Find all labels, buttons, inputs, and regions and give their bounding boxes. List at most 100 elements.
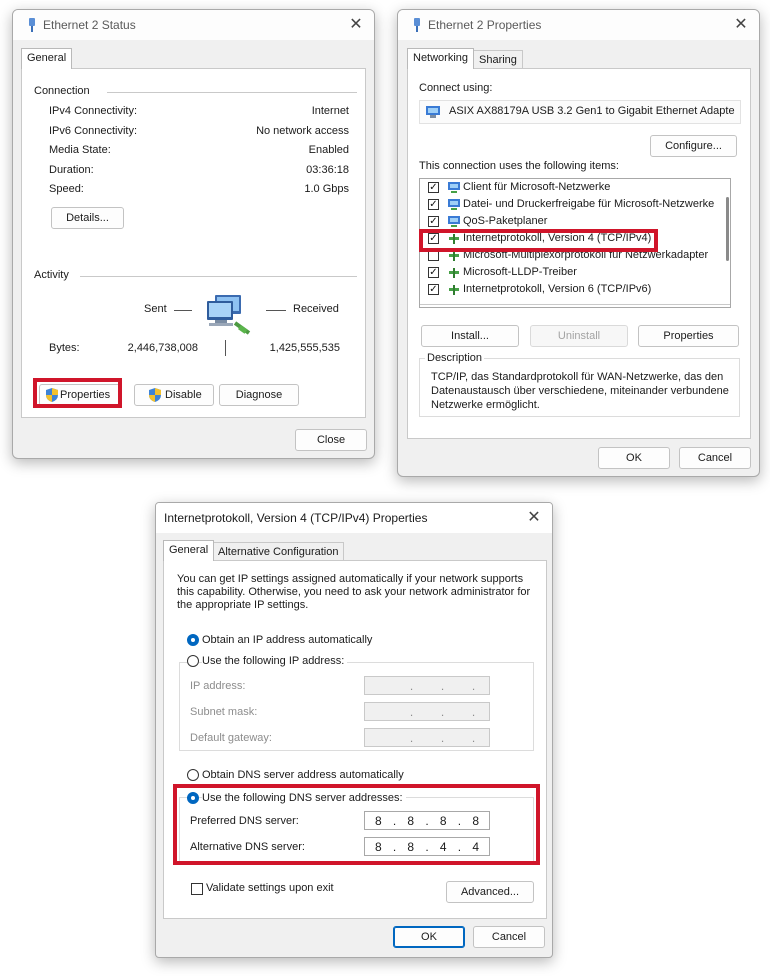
item-checkbox[interactable]: ✓ xyxy=(428,284,439,295)
preferred-dns-label: Preferred DNS server: xyxy=(190,815,299,827)
media-state-label: Media State: xyxy=(49,144,111,156)
tab-sharing[interactable]: Sharing xyxy=(473,50,523,69)
default-gateway-field[interactable]: ... xyxy=(364,728,490,747)
list-scrollbar[interactable] xyxy=(726,197,729,261)
preferred-dns-octet-1: 8 xyxy=(374,813,382,828)
item-label: Client für Microsoft-Netzwerke xyxy=(463,181,611,193)
obtain-ip-label[interactable]: Obtain an IP address automatically xyxy=(202,634,372,646)
default-gateway-label: Default gateway: xyxy=(190,732,272,744)
validate-checkbox[interactable] xyxy=(191,883,203,895)
items-list[interactable]: ✓ Client für Microsoft-Netzwerke ✓ Datei… xyxy=(419,178,731,308)
use-dns-radio[interactable] xyxy=(187,792,199,804)
ipv4-general-panel: You can get IP settings assigned automat… xyxy=(163,560,547,919)
ethernet-status-window: Ethernet 2 Status ✕ General Connection I… xyxy=(12,9,375,459)
properties-button[interactable]: Properties xyxy=(39,384,121,406)
close-icon[interactable]: ✕ xyxy=(729,14,753,36)
properties-titlebar[interactable]: Ethernet 2 Properties ✕ xyxy=(398,10,759,40)
items-label: This connection uses the following items… xyxy=(419,160,619,172)
ethernet-plug-icon xyxy=(29,18,35,32)
item-checkbox[interactable]: ✓ xyxy=(428,267,439,278)
activity-heading: Activity xyxy=(34,269,69,281)
diagnose-button[interactable]: Diagnose xyxy=(219,384,299,406)
connect-using-label: Connect using: xyxy=(419,82,493,94)
networking-panel: Connect using: ASIX AX88179A USB 3.2 Gen… xyxy=(407,68,751,439)
uninstall-button[interactable]: Uninstall xyxy=(530,325,628,347)
ipv4-window-title: Internetprotokoll, Version 4 (TCP/IPv4) … xyxy=(164,511,428,525)
disable-button[interactable]: Disable xyxy=(134,384,214,406)
obtain-ip-radio[interactable] xyxy=(187,634,199,646)
item-label: Internetprotokoll, Version 4 (TCP/IPv4) xyxy=(463,232,652,244)
duration-value: 03:36:18 xyxy=(306,164,349,176)
bytes-divider xyxy=(225,340,226,356)
ipv4-connectivity-value: Internet xyxy=(311,105,349,117)
ok-button[interactable]: OK xyxy=(393,926,465,948)
received-line xyxy=(266,310,286,311)
close-icon[interactable]: ✕ xyxy=(522,507,546,529)
adapter-name: ASIX AX88179A USB 3.2 Gen1 to Gigabit Et… xyxy=(449,105,735,117)
install-button[interactable]: Install... xyxy=(421,325,519,347)
status-general-panel: Connection IPv4 Connectivity: Internet I… xyxy=(21,68,366,418)
properties-window-title: Ethernet 2 Properties xyxy=(428,18,542,32)
configure-button[interactable]: Configure... xyxy=(650,135,737,157)
bytes-received-value: 1,425,555,535 xyxy=(269,342,340,354)
ethernet-properties-window: Ethernet 2 Properties ✕ Networking Shari… xyxy=(397,9,760,477)
status-titlebar[interactable]: Ethernet 2 Status ✕ xyxy=(13,10,374,40)
item-properties-button[interactable]: Properties xyxy=(638,325,739,347)
disable-button-label: Disable xyxy=(165,389,202,401)
details-button[interactable]: Details... xyxy=(51,207,124,229)
description-text: TCP/IP, das Standardprotokoll für WAN-Ne… xyxy=(431,371,729,411)
ok-button[interactable]: OK xyxy=(598,447,670,469)
advanced-button[interactable]: Advanced... xyxy=(446,881,534,903)
adapter-field: ASIX AX88179A USB 3.2 Gen1 to Gigabit Et… xyxy=(419,100,741,124)
item-checkbox[interactable]: ✓ xyxy=(428,233,439,244)
item-checkbox[interactable]: ✓ xyxy=(428,216,439,227)
item-label: Microsoft-Multiplexorprotokoll für Netzw… xyxy=(463,249,709,261)
tab-alternative-configuration[interactable]: Alternative Configuration xyxy=(212,542,345,561)
protocol-icon xyxy=(449,251,459,261)
uac-shield-icon xyxy=(149,388,161,402)
uac-shield-icon xyxy=(46,388,58,402)
network-adapter-icon xyxy=(426,106,440,118)
ip-address-field[interactable]: ... xyxy=(364,676,490,695)
validate-label[interactable]: Validate settings upon exit xyxy=(206,882,334,894)
obtain-dns-label[interactable]: Obtain DNS server address automatically xyxy=(202,769,404,781)
ethernet-plug-icon xyxy=(414,18,420,32)
cancel-button[interactable]: Cancel xyxy=(679,447,751,469)
alternative-dns-octet-2: 8 xyxy=(407,839,415,854)
alternative-dns-octet-3: 4 xyxy=(439,839,447,854)
preferred-dns-octet-4: 8 xyxy=(472,813,480,828)
use-ip-label[interactable]: Use the following IP address: xyxy=(202,655,348,667)
description-heading: Description xyxy=(425,352,485,364)
item-checkbox[interactable]: ✓ xyxy=(428,182,439,193)
use-dns-label[interactable]: Use the following DNS server addresses: xyxy=(202,792,406,804)
preferred-dns-field[interactable]: 8. 8. 8. 8 xyxy=(364,811,490,830)
close-icon[interactable]: ✕ xyxy=(344,14,368,36)
duration-label: Duration: xyxy=(49,164,94,176)
close-button[interactable]: Close xyxy=(295,429,367,451)
bytes-label: Bytes: xyxy=(49,342,80,354)
protocol-icon xyxy=(449,268,459,278)
status-window-title: Ethernet 2 Status xyxy=(43,18,136,32)
ipv4-titlebar[interactable]: Internetprotokoll, Version 4 (TCP/IPv4) … xyxy=(156,503,552,533)
item-checkbox[interactable] xyxy=(428,250,439,261)
protocol-icon xyxy=(449,234,459,244)
obtain-dns-radio[interactable] xyxy=(187,769,199,781)
alternative-dns-field[interactable]: 8. 8. 4. 4 xyxy=(364,837,490,856)
network-client-icon xyxy=(448,182,460,193)
tab-networking[interactable]: Networking xyxy=(407,48,475,69)
ipv4-properties-window: Internetprotokoll, Version 4 (TCP/IPv4) … xyxy=(155,502,553,958)
tab-general[interactable]: General xyxy=(21,48,73,69)
properties-button-label: Properties xyxy=(60,389,111,401)
item-label: QoS-Paketplaner xyxy=(463,215,548,227)
item-checkbox[interactable]: ✓ xyxy=(428,199,439,210)
item-label: Datei- und Druckerfreigabe für Microsoft… xyxy=(463,198,715,210)
speed-value: 1.0 Gbps xyxy=(304,183,349,195)
activity-divider xyxy=(80,276,357,277)
bytes-sent-value: 2,446,738,008 xyxy=(127,342,198,354)
network-computers-icon xyxy=(207,295,251,335)
use-ip-radio[interactable] xyxy=(187,655,199,667)
tab-general[interactable]: General xyxy=(163,540,215,561)
subnet-mask-field[interactable]: ... xyxy=(364,702,490,721)
file-share-icon xyxy=(448,199,460,210)
cancel-button[interactable]: Cancel xyxy=(473,926,545,948)
